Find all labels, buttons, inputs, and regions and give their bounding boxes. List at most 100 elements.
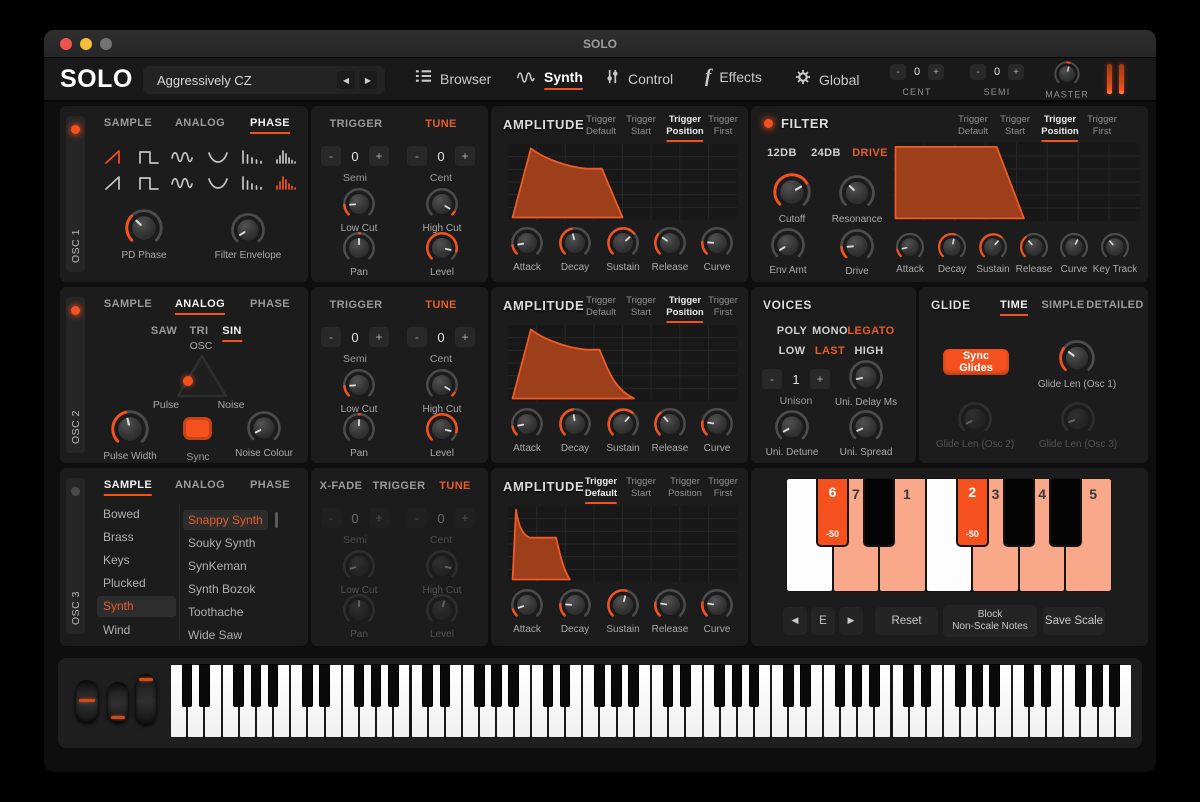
piano-black-key[interactable] xyxy=(989,664,1000,707)
cutoff-knob[interactable]: Cutoff xyxy=(772,172,812,212)
osc3-tab-analog[interactable]: ANALOG xyxy=(175,479,225,491)
amp-tab-trigger-position[interactable]: TriggerPosition xyxy=(668,476,702,500)
waveform-saw-icon[interactable] xyxy=(103,148,127,166)
curve-knob[interactable]: Curve xyxy=(700,407,734,441)
amp-tab-trigger-start[interactable]: TriggerStart xyxy=(626,114,656,138)
release-knob[interactable]: Release xyxy=(653,588,687,622)
filter-curve-knob[interactable]: Curve xyxy=(1059,232,1089,262)
osc2-tab-sample[interactable]: SAMPLE xyxy=(104,298,152,310)
plus-button[interactable]: + xyxy=(455,146,475,166)
filter-tab-trigger-start[interactable]: TriggerStart xyxy=(1000,114,1030,138)
amp-tab-trigger-first[interactable]: TriggerFirst xyxy=(708,295,738,319)
piano-black-key[interactable] xyxy=(852,664,863,707)
sustain-knob[interactable]: Sustain xyxy=(606,226,640,260)
minus-button[interactable]: - xyxy=(321,327,341,347)
scale-prev-button[interactable]: ◀ xyxy=(783,607,807,635)
tab-browser[interactable]: Browser xyxy=(415,69,491,88)
osc2-tab-phase[interactable]: PHASE xyxy=(250,298,290,310)
amp-tab-trigger-first[interactable]: TriggerFirst xyxy=(708,476,738,500)
uni-spread-knob[interactable]: Uni. Spread xyxy=(848,409,884,445)
piano-black-key[interactable] xyxy=(440,664,451,707)
piano-black-key[interactable] xyxy=(783,664,794,707)
filter-attack-knob[interactable]: Attack xyxy=(895,232,925,262)
piano-black-key[interactable] xyxy=(1109,664,1120,707)
pan-knob[interactable]: Pan xyxy=(342,412,376,446)
uni-detune-knob[interactable]: Uni. Detune xyxy=(774,409,810,445)
amplitude-envelope-graph[interactable] xyxy=(508,144,737,220)
scale-next-button[interactable]: ▶ xyxy=(839,607,863,635)
piano-black-key[interactable] xyxy=(354,664,365,707)
waveform-square-icon[interactable] xyxy=(137,174,161,192)
tab-effects[interactable]: f Effects xyxy=(705,69,762,85)
sync-toggle[interactable] xyxy=(183,417,212,440)
minimize-button[interactable] xyxy=(80,38,92,50)
filter-mode-12db[interactable]: 12DB xyxy=(767,147,797,159)
piano-black-key[interactable] xyxy=(955,664,966,707)
plus-button[interactable]: + xyxy=(369,327,389,347)
sync-glides-button[interactable]: Sync Glides xyxy=(943,349,1009,375)
release-knob[interactable]: Release xyxy=(653,226,687,260)
minus-button[interactable]: - xyxy=(762,369,782,389)
osc3-tab-tune[interactable]: TUNE xyxy=(439,480,471,492)
waveform-spectrum-icon[interactable] xyxy=(240,174,264,192)
cent-minus-button[interactable]: - xyxy=(890,64,906,80)
piano-black-key[interactable] xyxy=(268,664,279,707)
tab-synth[interactable]: Synth xyxy=(517,69,583,90)
voices-priority-high[interactable]: HIGH xyxy=(854,345,883,357)
amp-tab-trigger-default[interactable]: TriggerDefault xyxy=(586,114,616,138)
filter-envelope-knob[interactable]: Filter Envelope xyxy=(230,212,266,248)
scale-key-F#[interactable]: 2-50 xyxy=(956,478,989,547)
voices-priority-last[interactable]: LAST xyxy=(815,345,845,357)
piano-black-key[interactable] xyxy=(1024,664,1035,707)
osc2-tab-tune[interactable]: TUNE xyxy=(425,299,457,311)
category-brass[interactable]: Brass xyxy=(103,530,134,544)
osc2-shape-sin[interactable]: SIN xyxy=(222,325,242,342)
amplitude-envelope-graph[interactable] xyxy=(508,506,737,582)
semi-minus-button[interactable]: - xyxy=(970,64,986,80)
sample-synkeman[interactable]: SynKeman xyxy=(188,559,247,573)
glide-len-osc2-knob[interactable]: Glide Len (Osc 2) xyxy=(957,401,993,437)
category-bowed[interactable]: Bowed xyxy=(103,507,140,521)
waveform-half-sine-icon[interactable] xyxy=(206,148,230,166)
minus-button[interactable]: - xyxy=(321,146,341,166)
tab-control[interactable]: Control xyxy=(605,69,673,89)
piano-black-key[interactable] xyxy=(543,664,554,707)
attack-knob[interactable]: Attack xyxy=(510,226,544,260)
piano-black-key[interactable] xyxy=(749,664,760,707)
amp-tab-trigger-default[interactable]: TriggerDefault xyxy=(585,476,617,504)
osc1-tab-sample[interactable]: SAMPLE xyxy=(104,117,152,129)
level-knob[interactable]: Level xyxy=(425,412,459,446)
pan-knob[interactable]: Pan xyxy=(342,593,376,627)
mix-pad[interactable] xyxy=(175,353,229,399)
piano-black-key[interactable] xyxy=(732,664,743,707)
piano-black-key[interactable] xyxy=(714,664,725,707)
pulse-width-knob[interactable]: Pulse Width xyxy=(110,409,150,449)
voices-mode-poly[interactable]: POLY xyxy=(777,325,808,337)
voices-mode-mono[interactable]: MONO xyxy=(812,325,848,337)
plus-button[interactable]: + xyxy=(810,369,830,389)
decay-knob[interactable]: Decay xyxy=(558,407,592,441)
high-cut-knob[interactable]: High Cut xyxy=(425,368,459,402)
piano-black-key[interactable] xyxy=(422,664,433,707)
decay-knob[interactable]: Decay xyxy=(558,588,592,622)
waveform-double-sine-icon[interactable] xyxy=(170,148,194,166)
scale-root-button[interactable]: E xyxy=(811,607,835,635)
category-plucked[interactable]: Plucked xyxy=(103,576,146,590)
amp-tab-trigger-first[interactable]: TriggerFirst xyxy=(708,114,738,138)
sustain-knob[interactable]: Sustain xyxy=(606,588,640,622)
low-cut-knob[interactable]: Low Cut xyxy=(342,549,376,583)
waveform-square-icon[interactable] xyxy=(137,148,161,166)
osc1-tab-trigger[interactable]: TRIGGER xyxy=(330,118,383,130)
filter-tab-trigger-first[interactable]: TriggerFirst xyxy=(1087,114,1117,138)
scale-key-A#[interactable] xyxy=(1049,478,1082,547)
amp-tab-trigger-start[interactable]: TriggerStart xyxy=(626,295,656,319)
curve-knob[interactable]: Curve xyxy=(700,588,734,622)
waveform-spectrum-icon[interactable] xyxy=(240,148,264,166)
minus-button[interactable]: - xyxy=(321,508,341,528)
sample-toothache[interactable]: Toothache xyxy=(188,605,243,619)
filter-release-knob[interactable]: Release xyxy=(1019,232,1049,262)
pd-phase-knob[interactable]: PD Phase xyxy=(124,208,164,248)
noise-colour-knob[interactable]: Noise Colour xyxy=(246,410,282,446)
piano-black-key[interactable] xyxy=(594,664,605,707)
preset-prev-button[interactable]: ◀ xyxy=(337,71,355,89)
